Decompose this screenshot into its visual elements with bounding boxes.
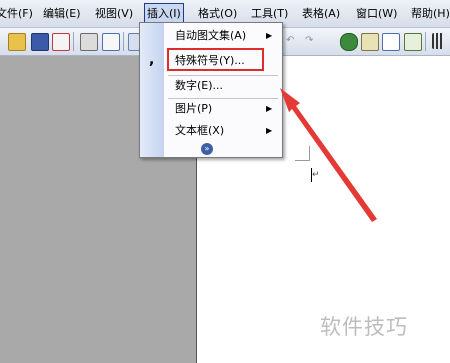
annotation-arrow-icon — [280, 88, 377, 222]
watermark-text: 软件技巧 — [320, 315, 408, 339]
